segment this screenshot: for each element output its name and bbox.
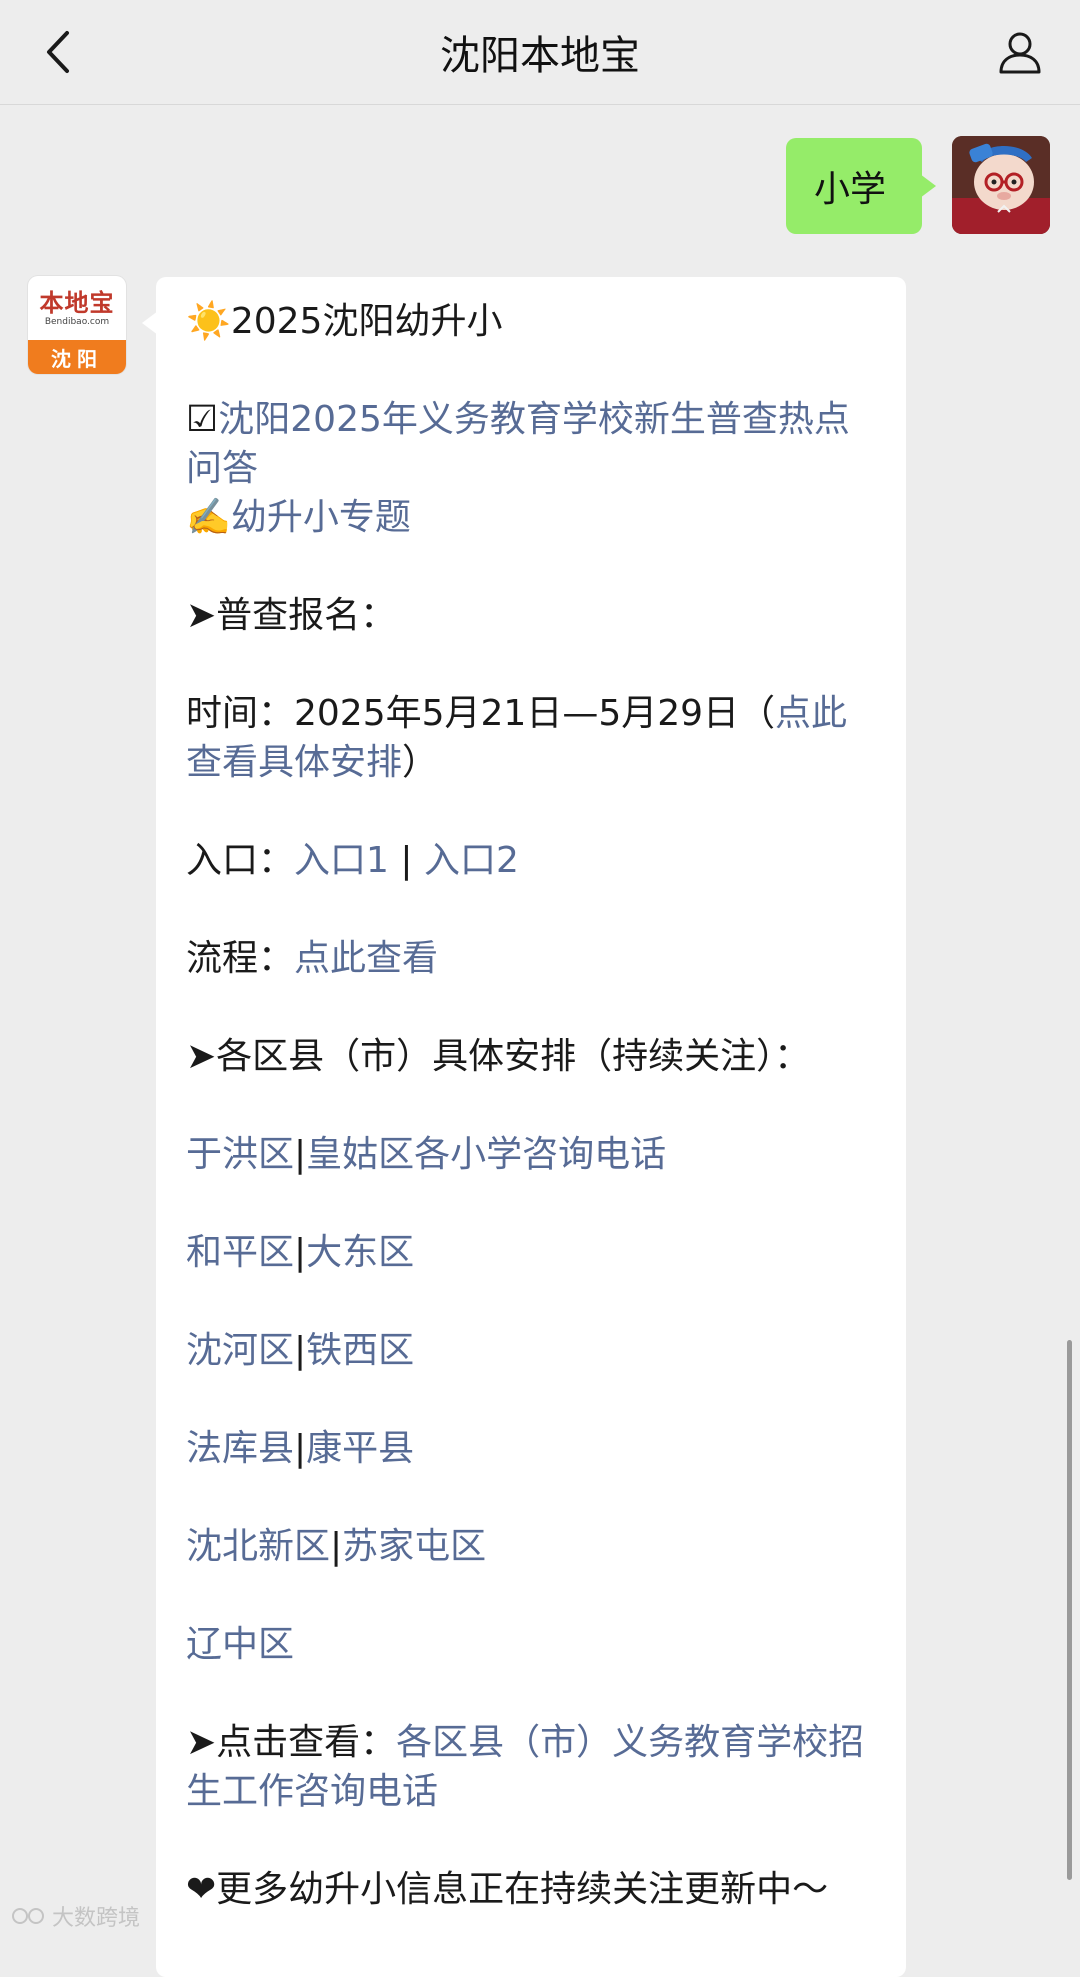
faq-line: ☑沈阳2025年义务教育学校新生普查热点问答 <box>186 395 874 493</box>
click-label: ➤点击查看： <box>186 1722 397 1763</box>
user-message-text: 小学 <box>814 169 887 210</box>
district-line: 法库县|康平县 <box>186 1424 874 1473</box>
district-link[interactable]: 铁西区 <box>306 1330 414 1371</box>
heading-text: 2025沈阳幼升小 <box>230 301 503 342</box>
district-link[interactable]: 康平县 <box>306 1428 414 1469</box>
watermark-logo-icon <box>12 1908 44 1924</box>
district-line: 沈北新区|苏家屯区 <box>186 1522 874 1571</box>
time-label: 时间：2025年5月21日—5月29日（ <box>186 693 776 734</box>
entry-link-2[interactable]: 入口2 <box>424 840 519 881</box>
sun-icon: ☀️ <box>186 301 231 342</box>
bendibao-logo: 本地宝 Bendibao.com <box>28 276 126 342</box>
district-line: 沈河区|铁西区 <box>186 1326 874 1375</box>
bot-message-bubble: ☀️2025沈阳幼升小 ☑沈阳2025年义务教育学校新生普查热点问答 ✍️幼升小… <box>142 277 906 1977</box>
profile-button[interactable] <box>988 20 1052 84</box>
district-line: 于洪区|皇姑区各小学咨询电话 <box>186 1130 874 1179</box>
user-message-bubble[interactable]: 小学 <box>786 138 936 234</box>
footer-line: ❤更多幼升小信息正在持续关注更新中～ <box>186 1869 829 1910</box>
writing-hand-icon: ✍️ <box>186 497 231 538</box>
scrollbar[interactable] <box>1067 1340 1072 1880</box>
district-separator: | <box>294 1428 307 1469</box>
topic-link[interactable]: 幼升小专题 <box>231 497 411 538</box>
entry-separator: | <box>388 840 424 881</box>
district-link[interactable]: 沈北新区 <box>186 1526 330 1567</box>
pig-character-avatar <box>952 136 1050 234</box>
district-link[interactable]: 法库县 <box>186 1428 294 1469</box>
message-heading: ☀️2025沈阳幼升小 <box>186 297 874 346</box>
checkbox-icon: ☑ <box>186 399 219 440</box>
logo-text: 本地宝 <box>39 288 115 317</box>
time-close: ） <box>402 742 439 783</box>
district-line: 和平区|大东区 <box>186 1228 874 1277</box>
flow-link[interactable]: 点此查看 <box>294 938 438 979</box>
district-link[interactable]: 皇姑区各小学咨询电话 <box>306 1134 666 1175</box>
district-link[interactable]: 苏家屯区 <box>342 1526 486 1567</box>
scrollbar-thumb[interactable] <box>1067 1340 1072 1880</box>
logo-subtext: Bendibao.com <box>44 317 110 327</box>
top-nav-bar: 沈阳本地宝 <box>0 0 1080 105</box>
district-separator: | <box>294 1330 307 1371</box>
entry-label: 入口： <box>186 840 295 881</box>
flow-label: 流程： <box>186 938 295 979</box>
district-link[interactable]: 和平区 <box>186 1232 294 1273</box>
flow-line: 流程：点此查看 <box>186 934 874 983</box>
person-icon <box>999 32 1041 74</box>
entry-link-1[interactable]: 入口1 <box>294 840 389 881</box>
watermark: 大数跨境 <box>12 1900 140 1932</box>
district-link[interactable]: 于洪区 <box>186 1134 294 1175</box>
topic-line: ✍️幼升小专题 <box>186 493 874 542</box>
message-content: ☀️2025沈阳幼升小 ☑沈阳2025年义务教育学校新生普查热点问答 ✍️幼升小… <box>186 297 874 1914</box>
district-separator: | <box>294 1134 307 1175</box>
section-districts: ➤各区县（市）具体安排（持续关注）： <box>186 1036 811 1077</box>
user-avatar[interactable] <box>952 136 1050 234</box>
district-line: 辽中区 <box>186 1620 874 1669</box>
logo-city-label: 沈阳 <box>28 340 126 374</box>
district-link-liaozhong[interactable]: 辽中区 <box>186 1624 294 1665</box>
faq-link[interactable]: 沈阳2025年义务教育学校新生普查热点问答 <box>186 399 850 489</box>
district-separator: | <box>294 1232 307 1273</box>
click-line: ➤点击查看：各区县（市）义务教育学校招生工作咨询电话 <box>186 1718 874 1816</box>
page-title: 沈阳本地宝 <box>440 33 640 79</box>
time-line: 时间：2025年5月21日—5月29日（点此查看具体安排） <box>186 689 874 787</box>
district-link[interactable]: 沈河区 <box>186 1330 294 1371</box>
section-census: ➤普查报名： <box>186 595 397 636</box>
watermark-text: 大数跨境 <box>52 1906 141 1931</box>
district-separator: | <box>330 1526 343 1567</box>
bot-avatar[interactable]: 本地宝 Bendibao.com 沈阳 <box>28 276 126 374</box>
district-link[interactable]: 大东区 <box>306 1232 414 1273</box>
entry-line: 入口：入口1 | 入口2 <box>186 836 874 885</box>
